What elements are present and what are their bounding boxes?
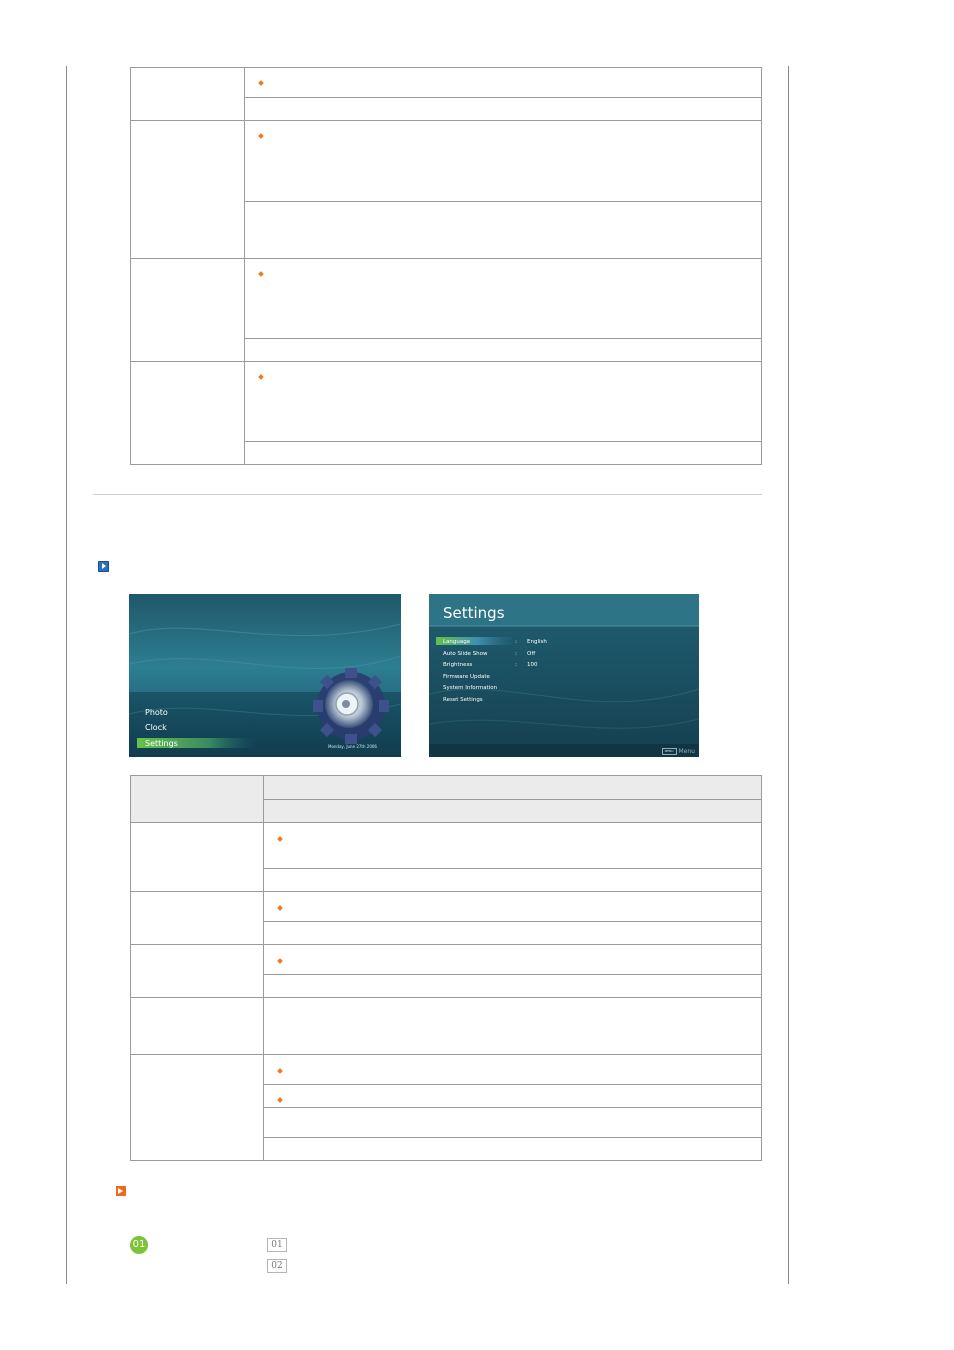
table2-row2-label (130, 891, 264, 945)
bullet-icon (258, 271, 264, 277)
table2-row5-desc-b (263, 1097, 762, 1138)
table1-row4-desc (244, 361, 762, 442)
menu-date-label: Monday, June 27th 2006 (328, 744, 377, 749)
setting-value: Off (527, 650, 536, 657)
settings-row-language[interactable]: Language : English (443, 637, 583, 649)
setting-separator: : (515, 639, 517, 645)
bullet-icon (277, 1068, 283, 1074)
setting-value: English (527, 639, 547, 645)
main-menu-screenshot: Photo Clock Settings Monday, June 27th 2… (129, 594, 401, 757)
table2-row3-label (130, 944, 264, 998)
table1-row3-desc (244, 258, 762, 339)
menu-item-photo[interactable]: Photo (145, 708, 168, 717)
menu-item-clock[interactable]: Clock (145, 723, 167, 732)
table1-row1-label (130, 67, 245, 121)
left-margin-rule (66, 66, 67, 1284)
setting-separator: : (515, 662, 517, 668)
gear-icon (313, 668, 389, 744)
footer-menu-hint: MENU Menu (661, 748, 695, 755)
table2-row1-label (130, 822, 264, 892)
main-menu-screen (129, 594, 401, 757)
setting-separator: : (515, 650, 517, 657)
table2-row2-note (263, 921, 762, 945)
setting-label: Auto Slide Show (443, 650, 488, 657)
settings-row-firmware-update[interactable]: Firmware Update (443, 672, 583, 684)
settings-row-reset-settings[interactable]: Reset Settings (443, 695, 583, 707)
table1-row3-label (130, 258, 245, 362)
right-margin-rule (788, 66, 789, 1284)
table2-row2-desc (263, 891, 762, 922)
table1-row3-note (244, 338, 762, 362)
settings-row-brightness[interactable]: Brightness : 100 (443, 660, 583, 672)
table2-row5-desc-a (263, 1054, 762, 1085)
table2-header-label (130, 775, 264, 823)
menu-button-icon: MENU (661, 748, 677, 755)
play-arrow-icon (98, 561, 109, 572)
table1-row4-label (130, 361, 245, 465)
table2-row4-label (130, 997, 264, 1055)
table1-row1-desc (244, 67, 762, 98)
table2-row5-note-b (263, 1137, 762, 1161)
menu-footer-label: Menu (678, 748, 695, 755)
spec-table-1 (130, 67, 762, 465)
table2-row1-note (263, 868, 762, 892)
settings-row-system-information[interactable]: System Information (443, 683, 583, 695)
table2-row4-desc (263, 997, 762, 1055)
bullet-icon (277, 905, 283, 911)
substep-box-1: 01 (267, 1238, 287, 1252)
table2-row3-desc (263, 944, 762, 975)
table1-row4-note (244, 441, 762, 465)
settings-screenshot: Settings Language : English Auto Slide S… (429, 594, 699, 757)
bullet-icon (258, 374, 264, 380)
settings-list: Language : English Auto Slide Show : Off… (443, 637, 583, 706)
table1-row2-note (244, 201, 762, 259)
spec-table-2 (130, 775, 762, 1161)
bullet-icon (277, 836, 283, 842)
step-number-circle: 01 (130, 1236, 148, 1254)
table2-row5-label (130, 1054, 264, 1161)
table2-row1-desc (263, 822, 762, 869)
settings-title: Settings (443, 604, 505, 622)
bullet-icon (258, 80, 264, 86)
substep-box-2: 02 (267, 1259, 287, 1273)
settings-row-auto-slide-show[interactable]: Auto Slide Show : Off (443, 649, 583, 661)
orange-arrow-icon (116, 1186, 126, 1196)
table2-header-col (263, 775, 762, 800)
setting-value: 100 (527, 662, 538, 668)
setting-label: Brightness (443, 662, 473, 668)
table2-header-sub (263, 799, 762, 823)
table2-row5-note-a (263, 1084, 762, 1108)
section-divider (93, 494, 762, 495)
table1-row2-label (130, 120, 245, 259)
bullet-icon (258, 133, 264, 139)
bullet-icon (277, 958, 283, 964)
table1-row2-desc (244, 120, 762, 202)
table2-row3-note (263, 974, 762, 998)
menu-item-settings[interactable]: Settings (145, 739, 178, 748)
setting-label: Language (443, 639, 471, 645)
table1-row1-note (244, 97, 762, 121)
